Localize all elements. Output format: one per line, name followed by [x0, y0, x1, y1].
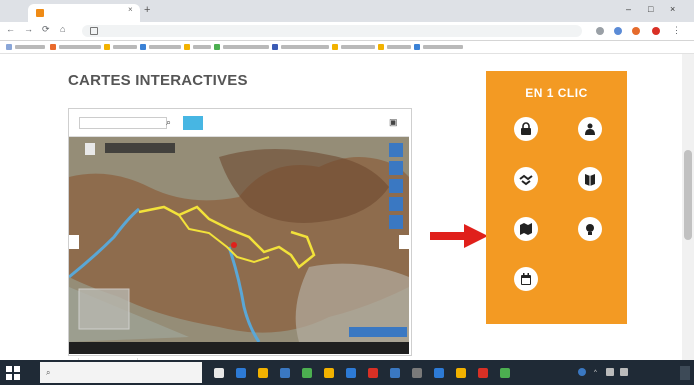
new-tab-button[interactable]: +	[144, 4, 150, 16]
quick-link-button[interactable]	[500, 267, 552, 303]
app-icon[interactable]	[390, 368, 400, 378]
reload-button[interactable]: ⟳	[42, 24, 50, 35]
handshake-icon	[514, 167, 538, 191]
bookmark-item[interactable]	[104, 43, 137, 51]
quick-link-button[interactable]	[500, 167, 552, 203]
zoom-out-icon[interactable]	[389, 161, 403, 175]
person-icon	[578, 117, 602, 141]
bookmark-item[interactable]	[332, 43, 375, 51]
maximize-button[interactable]: □	[648, 4, 653, 14]
app-icon[interactable]	[500, 368, 510, 378]
bookmark-item[interactable]	[214, 43, 269, 51]
bookmark-item[interactable]	[140, 43, 181, 51]
map-nav-right-icon[interactable]	[399, 235, 409, 249]
zoom-in-icon[interactable]	[389, 143, 403, 157]
map-marker-icon[interactable]	[231, 242, 237, 248]
map-icon	[514, 217, 538, 241]
map-coordinates	[368, 344, 404, 352]
page-title: CARTES INTERACTIVES	[68, 72, 248, 89]
app-icon[interactable]	[434, 368, 444, 378]
map-filter-button[interactable]	[183, 116, 203, 130]
page-subtitle	[68, 94, 328, 103]
tab-title	[48, 7, 126, 17]
word-icon[interactable]	[346, 368, 356, 378]
app-icon[interactable]	[456, 368, 466, 378]
arrow-right-icon	[430, 224, 488, 248]
kebab-menu-icon[interactable]: ⋮	[672, 25, 681, 36]
lock-icon	[90, 27, 98, 35]
bookmark-item[interactable]	[378, 43, 411, 51]
minimize-button[interactable]: –	[626, 4, 631, 14]
quick-link-button[interactable]	[564, 167, 616, 203]
map-attribution	[349, 327, 407, 337]
map-canvas[interactable]	[69, 137, 409, 342]
forward-button[interactable]: →	[24, 24, 33, 34]
calendar-icon	[514, 267, 538, 291]
quick-link-label	[500, 145, 552, 153]
menu-icon[interactable]: ▣	[389, 117, 398, 128]
windows-start-icon[interactable]	[6, 366, 20, 380]
home-button[interactable]: ⌂	[60, 24, 65, 34]
layers-icon[interactable]	[389, 179, 403, 193]
mini-map[interactable]	[78, 288, 130, 330]
lightbulb-icon	[578, 217, 602, 241]
network-icon[interactable]	[578, 368, 586, 376]
search-icon: ⌕	[46, 368, 51, 377]
extension-icon[interactable]	[632, 27, 640, 35]
measure-icon[interactable]	[389, 215, 403, 229]
quick-link-label	[564, 195, 616, 203]
map-zoom-label	[76, 344, 106, 352]
quick-link-label	[564, 145, 616, 153]
quick-link-label	[500, 195, 552, 203]
tab-favicon-icon	[36, 9, 44, 17]
wifi-icon[interactable]	[620, 368, 628, 376]
quick-link-button[interactable]	[500, 117, 552, 153]
quick-links-title: EN 1 CLIC	[525, 86, 588, 100]
app-icon[interactable]	[302, 368, 312, 378]
extension-icon[interactable]	[614, 27, 622, 35]
app-icon[interactable]	[368, 368, 378, 378]
quick-link-label	[564, 245, 616, 253]
bookmark-item[interactable]	[184, 43, 211, 51]
bookmark-item[interactable]	[272, 43, 329, 51]
bookmark-item[interactable]	[414, 43, 463, 51]
app-icon[interactable]	[412, 368, 422, 378]
close-window-button[interactable]: ×	[670, 4, 675, 14]
star-icon[interactable]	[596, 27, 604, 35]
edge-icon[interactable]	[236, 368, 246, 378]
tab-close-icon[interactable]: ×	[128, 5, 133, 14]
fullscreen-icon[interactable]	[389, 197, 403, 211]
scrollbar-thumb[interactable]	[684, 150, 692, 240]
quick-link-button[interactable]	[564, 217, 616, 253]
search-icon[interactable]: ⌕	[166, 117, 171, 128]
bookmark-item[interactable]	[50, 43, 101, 51]
back-button[interactable]: ←	[6, 24, 15, 34]
quick-link-label	[500, 245, 552, 253]
map-status-bar	[69, 342, 409, 354]
bookmark-item[interactable]	[6, 43, 45, 51]
taskbar-clock[interactable]	[636, 364, 676, 382]
file-explorer-icon[interactable]	[258, 368, 268, 378]
store-icon[interactable]	[280, 368, 290, 378]
quick-link-button[interactable]	[500, 217, 552, 253]
url-text	[104, 27, 404, 36]
quick-link-label	[500, 295, 552, 303]
avatar[interactable]	[652, 27, 660, 35]
map-layer-toggle[interactable]	[105, 143, 175, 153]
quick-link-button[interactable]	[564, 117, 616, 153]
volume-icon[interactable]	[606, 368, 614, 376]
padlock-icon	[514, 117, 538, 141]
map-nav-left-icon[interactable]	[69, 235, 79, 249]
notifications-icon[interactable]	[680, 366, 690, 380]
map-info-icon[interactable]	[85, 143, 95, 155]
task-view-icon[interactable]	[214, 368, 224, 378]
chevron-up-icon[interactable]: ^	[594, 370, 597, 376]
app-icon[interactable]	[478, 368, 488, 378]
chrome-icon[interactable]	[324, 368, 334, 378]
map-search-input[interactable]	[79, 117, 167, 129]
taskbar-search-placeholder	[60, 370, 140, 378]
book-icon	[578, 167, 602, 191]
